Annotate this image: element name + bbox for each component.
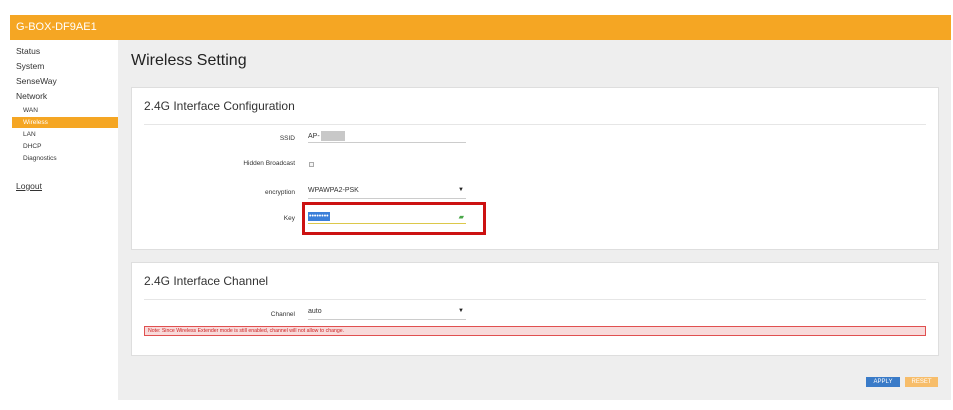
interface-config-panel: 2.4G Interface Configuration SSID AP- Hi… xyxy=(131,87,939,250)
channel-label: Channel xyxy=(270,311,295,318)
sidebar-subitem-diagnostics[interactable]: Diagnostics xyxy=(23,155,57,162)
panel-divider xyxy=(144,299,926,300)
main-content: Wireless Setting 2.4G Interface Configur… xyxy=(118,40,951,400)
key-value: •••••••• xyxy=(308,212,330,221)
channel-warning-note: Note: Since Wireless Extender mode is st… xyxy=(144,326,926,336)
ssid-redaction xyxy=(320,131,345,141)
router-admin-app: G-BOX-DF9AE1 Status System SenseWay Netw… xyxy=(10,15,951,400)
ssid-label: SSID xyxy=(279,135,295,142)
hidden-broadcast-label: Hidden Broadcast xyxy=(243,160,295,167)
encryption-value: WPAWPA2-PSK xyxy=(308,187,359,194)
channel-select[interactable]: auto ▼ xyxy=(308,308,466,320)
logout-link[interactable]: Logout xyxy=(16,181,42,191)
sidebar: Status System SenseWay Network WAN Wirel… xyxy=(10,40,118,400)
panel-title-channel: 2.4G Interface Channel xyxy=(144,274,269,288)
interface-channel-panel: 2.4G Interface Channel Channel auto ▼ No… xyxy=(131,262,939,356)
ssid-value: AP- xyxy=(308,132,320,140)
sidebar-subitem-dhcp[interactable]: DHCP xyxy=(23,143,41,150)
sidebar-subitem-wireless[interactable]: Wireless xyxy=(12,117,118,128)
eye-icon[interactable]: ▰ xyxy=(459,213,464,221)
top-header: G-BOX-DF9AE1 xyxy=(10,15,951,40)
device-name: G-BOX-DF9AE1 xyxy=(16,21,97,33)
sidebar-subitem-lan[interactable]: LAN xyxy=(23,131,36,138)
reset-button[interactable]: RESET xyxy=(905,377,938,387)
sidebar-item-senseway[interactable]: SenseWay xyxy=(16,76,57,86)
encryption-select[interactable]: WPAWPA2-PSK ▼ xyxy=(308,187,466,199)
encryption-label: encryption xyxy=(265,189,295,196)
sidebar-item-network[interactable]: Network xyxy=(16,91,47,101)
sidebar-item-status[interactable]: Status xyxy=(16,46,40,56)
apply-button[interactable]: APPLY xyxy=(866,377,900,387)
sidebar-item-system[interactable]: System xyxy=(16,61,44,71)
chevron-down-icon: ▼ xyxy=(458,187,464,193)
key-label: Key xyxy=(283,215,295,222)
ssid-input[interactable]: AP- xyxy=(308,131,466,143)
chevron-down-icon: ▼ xyxy=(458,308,464,314)
panel-title-config: 2.4G Interface Configuration xyxy=(144,99,295,113)
hidden-broadcast-checkbox[interactable] xyxy=(309,162,314,167)
page-title: Wireless Setting xyxy=(131,52,247,69)
sidebar-subitem-wan[interactable]: WAN xyxy=(23,107,38,114)
panel-divider xyxy=(144,124,926,125)
key-input[interactable]: •••••••• ▰ xyxy=(308,212,466,224)
channel-value: auto xyxy=(308,308,322,315)
